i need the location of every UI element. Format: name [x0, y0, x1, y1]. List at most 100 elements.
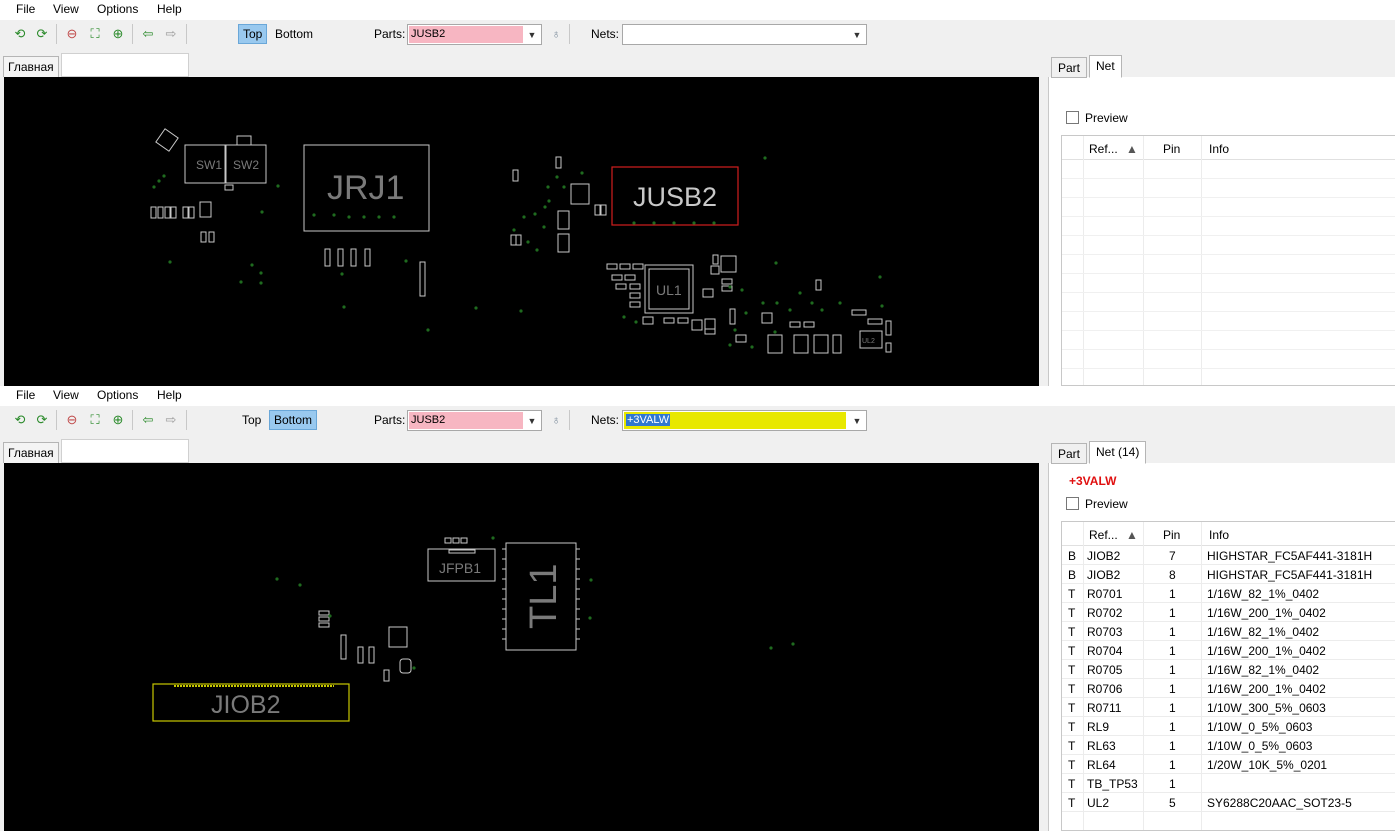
toolbar-separator	[186, 24, 187, 44]
board-canvas[interactable]: JRJ1 SW1 SW2 UL1 UL2 JUSB2	[4, 77, 1039, 386]
net-name: +3VALW	[1069, 474, 1117, 488]
cell-ref: R0705	[1087, 663, 1123, 677]
dropdown-arrow-icon[interactable]: ▼	[850, 27, 864, 43]
back-arrow-icon[interactable]: ⇦	[139, 25, 157, 43]
cell-side: T	[1068, 796, 1076, 810]
table-row[interactable]: T RL64 1 1/20W_10K_5%_0201	[1062, 755, 1395, 774]
cell-pin: 1	[1169, 701, 1176, 715]
toolbar: ⟲ ⟳ ⊖ ⛶ ⊕ ⇦ ⇨ Top Bottom Parts: JUSB2 ▼ …	[0, 20, 1395, 48]
table-row[interactable]: T R0704 1 1/16W_200_1%_0402	[1062, 641, 1395, 660]
zoom-in-icon[interactable]: ⊕	[109, 411, 127, 429]
board-label-jfpb1: JFPB1	[439, 560, 481, 576]
cell-info: HIGHSTAR_FC5AF441-3181H	[1207, 568, 1373, 582]
menu-file[interactable]: File	[16, 2, 35, 16]
table-row[interactable]: T UL2 5 SY6288C20AAC_SOT23-5	[1062, 793, 1395, 812]
zoom-in-icon[interactable]: ⊕	[109, 25, 127, 43]
tab-part[interactable]: Part	[1051, 57, 1088, 78]
empty-row	[1062, 274, 1395, 293]
side-top-toggle[interactable]: Top	[238, 410, 265, 430]
net-table: Ref... ▲ Pin Info B JIOB2 7 HIGHSTAR_FC5AF4…	[1061, 521, 1395, 831]
col-ref[interactable]: Ref...	[1089, 142, 1118, 156]
menu-file[interactable]: File	[16, 388, 35, 402]
dropdown-arrow-icon[interactable]: ▼	[850, 413, 864, 429]
nets-value: +3VALW	[624, 412, 846, 429]
tab-net[interactable]: Net	[1089, 55, 1122, 78]
menu-options[interactable]: Options	[97, 2, 138, 16]
nets-combo[interactable]: ▼	[622, 24, 867, 45]
forward-arrow-icon[interactable]: ⇨	[162, 411, 180, 429]
col-pin[interactable]: Pin	[1163, 528, 1180, 542]
col-info[interactable]: Info	[1209, 528, 1229, 542]
col-pin[interactable]: Pin	[1163, 142, 1180, 156]
col-ref[interactable]: Ref...	[1089, 528, 1118, 542]
nets-combo[interactable]: +3VALW ▼	[622, 410, 867, 431]
dropdown-arrow-icon[interactable]: ▼	[525, 27, 539, 43]
zoom-out-icon[interactable]: ⊖	[63, 25, 81, 43]
side-bottom-toggle[interactable]: Bottom	[269, 410, 318, 430]
toolbar-separator	[132, 410, 133, 430]
empty-row	[1062, 179, 1395, 198]
table-row[interactable]: T R0703 1 1/16W_82_1%_0402	[1062, 622, 1395, 641]
bulb-icon[interactable]: ♁	[548, 412, 564, 428]
preview-checkbox[interactable]	[1066, 111, 1079, 124]
doc-tab-main[interactable]: Главная	[3, 56, 59, 77]
table-header: Ref... ▲ Pin Info	[1062, 136, 1395, 160]
fit-icon[interactable]: ⛶	[86, 25, 104, 43]
table-row[interactable]: T R0701 1 1/16W_82_1%_0402	[1062, 584, 1395, 603]
preview-checkbox[interactable]	[1066, 497, 1079, 510]
board-label-sw1: SW1	[196, 158, 222, 172]
cell-info: 1/10W_0_5%_0603	[1207, 720, 1313, 734]
board-drawing[interactable]: JFPB1 TL1 JIOB2	[4, 463, 1039, 831]
menu-help[interactable]: Help	[157, 388, 182, 402]
bulb-icon[interactable]: ♁	[548, 26, 564, 42]
side-bottom-toggle[interactable]: Bottom	[271, 24, 317, 44]
cell-side: B	[1068, 568, 1077, 582]
forward-arrow-icon[interactable]: ⇨	[162, 25, 180, 43]
board-drawing[interactable]: JRJ1 SW1 SW2 UL1 UL2 JUSB2	[4, 77, 1039, 386]
menu-view[interactable]: View	[53, 388, 79, 402]
cell-ref: R0701	[1087, 587, 1123, 601]
table-row[interactable]: T RL9 1 1/10W_0_5%_0603	[1062, 717, 1395, 736]
cell-info: 1/16W_82_1%_0402	[1207, 663, 1320, 677]
table-row[interactable]: T RL63 1 1/10W_0_5%_0603	[1062, 736, 1395, 755]
tab-net[interactable]: Net (14)	[1089, 441, 1147, 464]
cell-info: 1/16W_200_1%_0402	[1207, 644, 1326, 658]
toolbar-separator	[132, 24, 133, 44]
cell-ref: R0704	[1087, 644, 1123, 658]
toolbar-separator	[569, 410, 570, 430]
col-info[interactable]: Info	[1209, 142, 1229, 156]
table-row[interactable]: T R0711 1 1/10W_300_5%_0603	[1062, 698, 1395, 717]
cell-pin: 1	[1169, 663, 1176, 677]
doc-tab-main[interactable]: Главная	[3, 442, 59, 463]
parts-combo[interactable]: JUSB2 ▼	[407, 24, 542, 45]
top-viewer-pane: File View Options Help ⟲ ⟳ ⊖ ⛶ ⊕ ⇦ ⇨ Top…	[0, 0, 1395, 386]
table-row[interactable]: B JIOB2 8 HIGHSTAR_FC5AF441-3181H	[1062, 565, 1395, 584]
refresh-left-icon[interactable]: ⟲	[11, 411, 29, 429]
menu-options[interactable]: Options	[97, 388, 138, 402]
cell-ref: JIOB2	[1087, 549, 1121, 563]
table-row[interactable]: T R0705 1 1/16W_82_1%_0402	[1062, 660, 1395, 679]
refresh-right-icon[interactable]: ⟳	[33, 411, 51, 429]
cell-info: SY6288C20AAC_SOT23-5	[1207, 796, 1352, 810]
fit-icon[interactable]: ⛶	[86, 411, 104, 429]
refresh-left-icon[interactable]: ⟲	[11, 25, 29, 43]
tab-part[interactable]: Part	[1051, 443, 1088, 464]
table-row[interactable]: T R0706 1 1/16W_200_1%_0402	[1062, 679, 1395, 698]
side-top-toggle[interactable]: Top	[238, 24, 268, 44]
parts-combo[interactable]: JUSB2 ▼	[407, 410, 542, 431]
dropdown-arrow-icon[interactable]: ▼	[525, 413, 539, 429]
menu-view[interactable]: View	[53, 2, 79, 16]
nets-value	[624, 26, 844, 43]
cell-side: T	[1068, 758, 1076, 772]
board-label-ul1: UL1	[656, 282, 682, 298]
table-row[interactable]: B JIOB2 7 HIGHSTAR_FC5AF441-3181H	[1062, 546, 1395, 565]
menu-help[interactable]: Help	[157, 2, 182, 16]
refresh-right-icon[interactable]: ⟳	[33, 25, 51, 43]
zoom-out-icon[interactable]: ⊖	[63, 411, 81, 429]
table-row[interactable]: T TB_TP53 1	[1062, 774, 1395, 793]
preview-label: Preview	[1085, 497, 1128, 511]
back-arrow-icon[interactable]: ⇦	[139, 411, 157, 429]
cell-side: T	[1068, 606, 1076, 620]
table-row[interactable]: T R0702 1 1/16W_200_1%_0402	[1062, 603, 1395, 622]
board-canvas[interactable]: JFPB1 TL1 JIOB2	[4, 463, 1039, 831]
